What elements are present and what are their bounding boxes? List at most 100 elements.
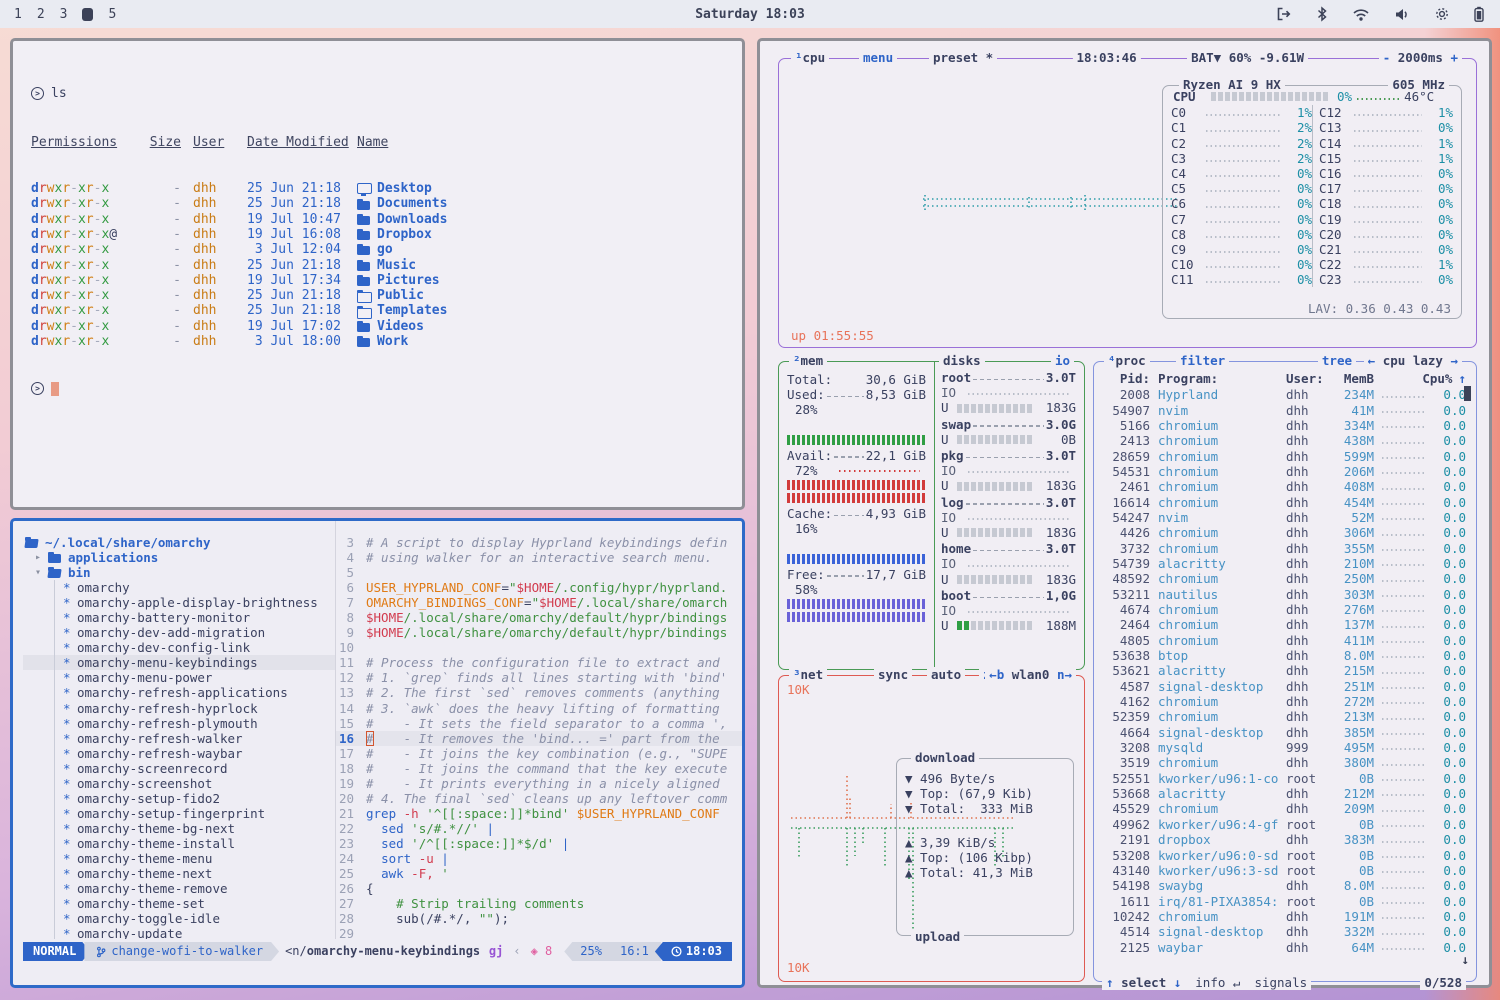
tree-item[interactable]: *omarchy-toggle-idle: [23, 911, 335, 926]
workspace-5[interactable]: 5: [108, 7, 116, 22]
tree-item[interactable]: *omarchy-setup-fido2: [23, 791, 335, 806]
tree-toggle[interactable]: tree: [1318, 353, 1356, 368]
signals-control[interactable]: signals: [1254, 975, 1307, 990]
tree-item[interactable]: *omarchy-dev-config-link: [23, 640, 335, 655]
preset-button[interactable]: preset *: [929, 50, 997, 65]
net-scale-bottom: 10K: [787, 960, 810, 975]
date-modified: 19 Jul 10:47: [247, 212, 345, 227]
process-row[interactable]: 54198 swaybg dhh 8.0M 0.0: [1094, 878, 1476, 893]
process-row[interactable]: 54531 chromium dhh 206M 0.0: [1094, 464, 1476, 479]
process-row[interactable]: 54907 nvim dhh 41M 0.0: [1094, 403, 1476, 418]
bluetooth-icon[interactable]: [1316, 6, 1328, 22]
process-row[interactable]: 3519 chromium dhh 380M 0.0: [1094, 755, 1476, 770]
proc-box-title[interactable]: ⁴proc: [1104, 353, 1150, 368]
tree-item[interactable]: *omarchy-screenrecord: [23, 761, 335, 776]
process-row[interactable]: 4162 chromium dhh 272M 0.0: [1094, 694, 1476, 709]
process-row[interactable]: 53621 alacritty dhh 215M 0.0: [1094, 663, 1476, 678]
process-row[interactable]: 4805 chromium dhh 411M 0.0: [1094, 633, 1476, 648]
process-row[interactable]: 54739 alacritty dhh 210M 0.0: [1094, 556, 1476, 571]
code-editor[interactable]: 3# A script to display Hyprland keybindi…: [335, 521, 742, 939]
process-row[interactable]: 53211 nautilus dhh 303M 0.0: [1094, 587, 1476, 602]
select-control[interactable]: select: [1121, 975, 1166, 990]
process-row[interactable]: 2413 chromium dhh 438M 0.0: [1094, 433, 1476, 448]
process-row[interactable]: 4514 signal-desktop dhh 332M 0.0: [1094, 924, 1476, 939]
tree-item[interactable]: *omarchy-theme-set: [23, 896, 335, 911]
process-row[interactable]: 4426 chromium dhh 306M 0.0: [1094, 525, 1476, 540]
tree-item[interactable]: *omarchy-theme-bg-next: [23, 821, 335, 836]
interval-increase[interactable]: +: [1450, 50, 1458, 65]
sort-arrow-icon[interactable]: ↑: [1452, 371, 1466, 386]
tree-item[interactable]: *omarchy-refresh-applications: [23, 685, 335, 700]
process-row[interactable]: 4587 signal-desktop dhh 251M 0.0: [1094, 679, 1476, 694]
net-interface[interactable]: ←b wlan0 n→: [985, 667, 1076, 682]
gear-icon[interactable]: [1434, 6, 1450, 22]
terminal-cursor[interactable]: [51, 382, 59, 396]
tree-item[interactable]: *omarchy-apple-display-brightness: [23, 595, 335, 610]
process-row[interactable]: 53208 kworker/u96:0-sd root 0B 0.0: [1094, 848, 1476, 863]
workspace-2[interactable]: 2: [37, 7, 45, 22]
menu-button[interactable]: menu: [859, 50, 897, 65]
proc-scrollbar[interactable]: [1464, 386, 1471, 401]
user: dhh: [193, 181, 235, 196]
scroll-down-icon[interactable]: ↓: [1461, 952, 1469, 967]
tree-item[interactable]: *omarchy-refresh-walker: [23, 731, 335, 746]
tree-item[interactable]: *omarchy-update: [23, 926, 335, 939]
wifi-icon[interactable]: [1352, 7, 1370, 22]
tree-item[interactable]: ~/.local/share/omarchy: [23, 535, 335, 550]
tree-item[interactable]: *omarchy-dev-add-migration: [23, 625, 335, 640]
workspace-1[interactable]: 1: [14, 7, 22, 22]
filter-button[interactable]: filter: [1176, 353, 1229, 368]
tree-item[interactable]: *omarchy-refresh-hyprlock: [23, 701, 335, 716]
tree-item[interactable]: *omarchy-menu-power: [23, 670, 335, 685]
process-row[interactable]: 3208 mysqld 999 495M 0.0: [1094, 740, 1476, 755]
tree-item[interactable]: *omarchy-menu-keybindings: [23, 655, 335, 670]
tree-item[interactable]: *omarchy: [23, 580, 335, 595]
process-row[interactable]: 3732 chromium dhh 355M 0.0: [1094, 541, 1476, 556]
battery-icon[interactable]: [1474, 6, 1484, 22]
process-row[interactable]: 2125 waybar dhh 64M 0.0: [1094, 940, 1476, 955]
tree-item[interactable]: *omarchy-screenshot: [23, 776, 335, 791]
process-row[interactable]: 1611 irq/81-PIXA3854: root 0B 0.0: [1094, 894, 1476, 909]
workspace-4-active-indicator[interactable]: [82, 8, 93, 21]
process-row[interactable]: 52551 kworker/u96:1-co root 0B 0.0: [1094, 771, 1476, 786]
process-row[interactable]: 16614 chromium dhh 454M 0.0: [1094, 495, 1476, 510]
process-row[interactable]: 53668 alacritty dhh 212M 0.0: [1094, 786, 1476, 801]
process-row[interactable]: 5166 chromium dhh 334M 0.0: [1094, 418, 1476, 433]
process-row[interactable]: 2461 chromium dhh 408M 0.0: [1094, 479, 1476, 494]
tree-item[interactable]: *omarchy-theme-install: [23, 836, 335, 851]
process-row[interactable]: 49962 kworker/u96:4-gf root 0B 0.0: [1094, 817, 1476, 832]
tree-item[interactable]: *omarchy-theme-next: [23, 866, 335, 881]
tree-item[interactable]: *omarchy-theme-remove: [23, 881, 335, 896]
process-row[interactable]: 52359 chromium dhh 213M 0.0: [1094, 709, 1476, 724]
process-row[interactable]: 10242 chromium dhh 191M 0.0: [1094, 909, 1476, 924]
cpu-box-title[interactable]: ¹cpu: [791, 50, 829, 65]
process-row[interactable]: 43140 kworker/u96:3-sd root 0B 0.0: [1094, 863, 1476, 878]
volume-icon[interactable]: [1394, 7, 1410, 22]
process-row[interactable]: 4664 signal-desktop dhh 385M 0.0: [1094, 725, 1476, 740]
info-control[interactable]: info ↵: [1195, 975, 1240, 990]
process-row[interactable]: 2464 chromium dhh 137M 0.0: [1094, 617, 1476, 632]
process-row[interactable]: 45529 chromium dhh 209M 0.0: [1094, 801, 1476, 816]
net-sync-toggle[interactable]: sync: [874, 667, 912, 682]
tree-item[interactable]: ▸applications: [23, 550, 335, 565]
workspace-3[interactable]: 3: [60, 7, 68, 22]
tree-item[interactable]: *omarchy-refresh-plymouth: [23, 716, 335, 731]
process-row[interactable]: 48592 chromium dhh 250M 0.0: [1094, 571, 1476, 586]
process-row[interactable]: 54247 nvim dhh 52M 0.0: [1094, 510, 1476, 525]
logout-icon[interactable]: [1275, 6, 1292, 22]
process-row[interactable]: 2191 dropbox dhh 383M 0.0: [1094, 832, 1476, 847]
net-auto-toggle[interactable]: auto: [927, 667, 965, 682]
tree-item[interactable]: *omarchy-battery-monitor: [23, 610, 335, 625]
tree-item-label: omarchy-screenrecord: [77, 761, 228, 776]
process-row[interactable]: 53638 btop dhh 8.0M 0.0: [1094, 648, 1476, 663]
process-row[interactable]: 2008 Hyprland dhh 234M 0.0: [1094, 387, 1476, 402]
process-row[interactable]: 4674 chromium dhh 276M 0.0: [1094, 602, 1476, 617]
tree-item[interactable]: ▾bin: [23, 565, 335, 580]
process-row[interactable]: 28659 chromium dhh 599M 0.0: [1094, 449, 1476, 464]
net-box-title[interactable]: ³net: [789, 667, 827, 682]
interval-decrease[interactable]: -: [1383, 50, 1391, 65]
tree-item[interactable]: *omarchy-theme-menu: [23, 851, 335, 866]
sort-mode[interactable]: ← cpu lazy →: [1364, 353, 1462, 368]
tree-item[interactable]: *omarchy-setup-fingerprint: [23, 806, 335, 821]
tree-item[interactable]: *omarchy-refresh-waybar: [23, 746, 335, 761]
